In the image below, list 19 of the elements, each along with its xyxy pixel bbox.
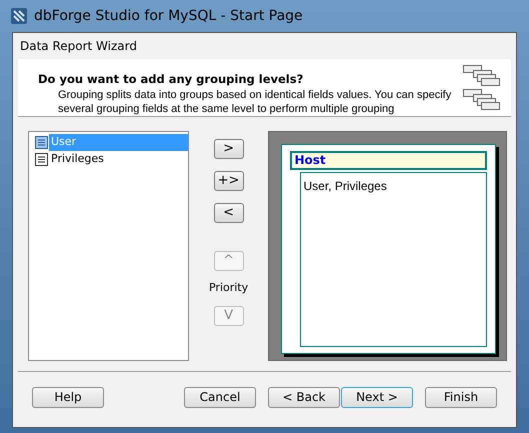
cancel-button[interactable]: Cancel (184, 386, 256, 408)
back-button[interactable]: < Back (268, 386, 340, 408)
help-button[interactable]: Help (32, 386, 104, 408)
priority-label: Priority (208, 280, 248, 296)
table-icon (35, 153, 48, 166)
next-button[interactable]: Next > (341, 386, 413, 408)
move-button[interactable]: +> (214, 171, 244, 191)
step-description: Grouping splits data into groups based on identical fields values. You can specify several grouping fields at the same level to perform multiple grouping (57, 88, 452, 116)
table-icon (35, 136, 48, 149)
field-item[interactable]: Privileges (29, 151, 188, 168)
window-title: dbForge Studio for MySQL - Start Page (34, 6, 303, 26)
move-button[interactable]: < (214, 203, 244, 223)
app-logo-icon (10, 7, 28, 25)
group-header: Host (290, 151, 488, 170)
move-button[interactable]: > (214, 139, 244, 159)
detail-fields: User, Privileges (303, 179, 387, 193)
step-heading: Do you want to add any grouping levels? (38, 71, 304, 88)
finish-button[interactable]: Finish (425, 386, 497, 408)
dialog-title: Data Report Wizard (20, 38, 137, 55)
